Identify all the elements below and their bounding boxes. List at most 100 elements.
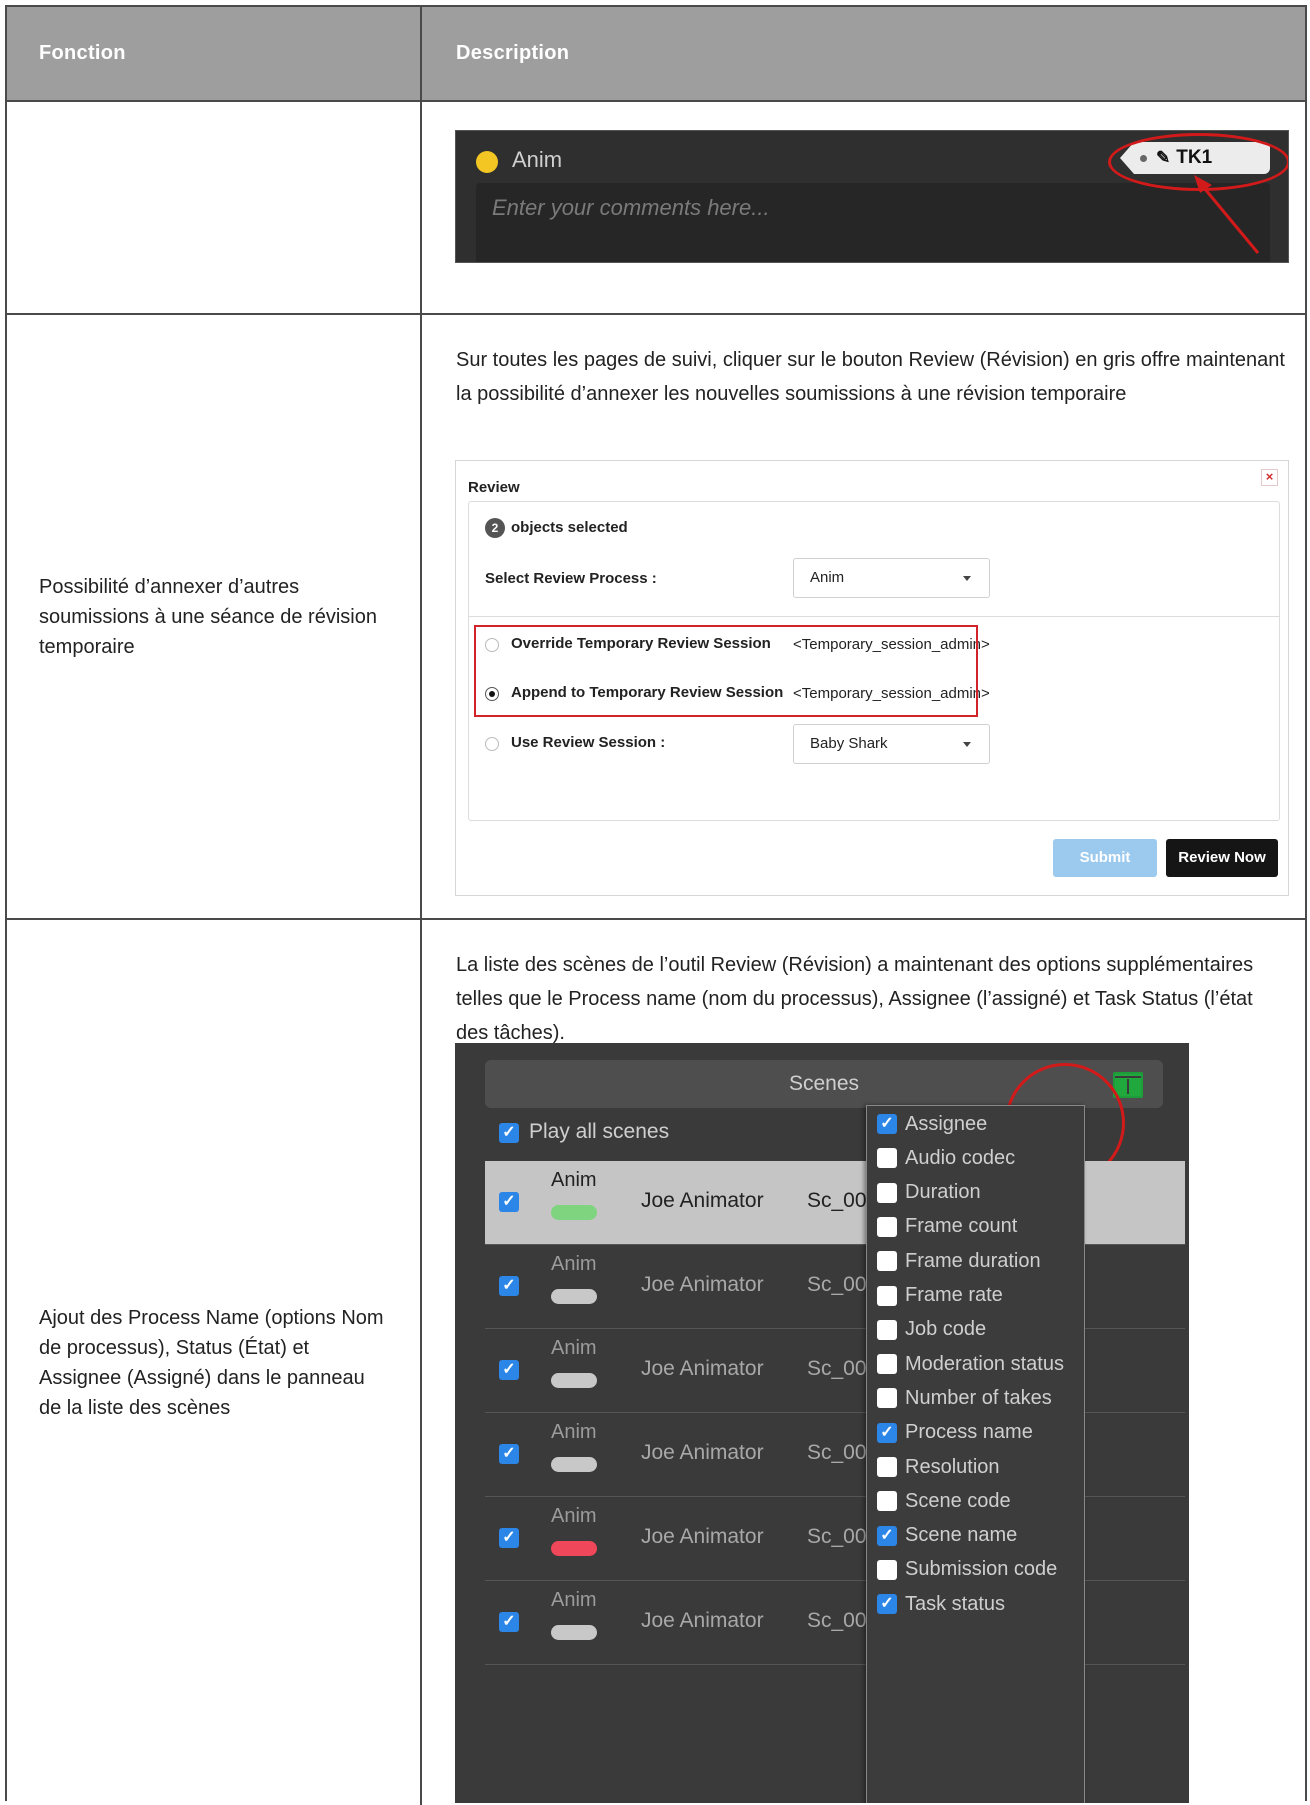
column-checkbox[interactable] bbox=[877, 1285, 897, 1306]
column-option-label: Submission code bbox=[905, 1558, 1058, 1581]
review-session-value: Baby Shark bbox=[810, 735, 888, 752]
scene-checkbox[interactable]: ✓ bbox=[499, 1192, 519, 1212]
column-option[interactable]: Frame count bbox=[877, 1212, 1017, 1242]
description-cell: Sur toutes les pages de suivi, cliquer s… bbox=[424, 315, 1305, 918]
column-option-label: Job code bbox=[905, 1318, 987, 1341]
column-option[interactable]: Frame rate bbox=[877, 1281, 1003, 1311]
comment-placeholder: Enter your comments here... bbox=[492, 195, 770, 220]
column-checkbox[interactable] bbox=[877, 1319, 897, 1340]
column-checkbox[interactable]: ✓ bbox=[877, 1114, 897, 1134]
comment-panel-screenshot: Anim Enter your comments here... ✎ TK1 bbox=[455, 130, 1289, 263]
scene-code: Sc_00 bbox=[807, 1609, 867, 1632]
process-name: Anim bbox=[551, 1589, 597, 1611]
close-icon[interactable]: × bbox=[1261, 469, 1278, 486]
divider bbox=[469, 616, 1279, 617]
column-option-label: Assignee bbox=[905, 1112, 988, 1135]
column-option-label: Scene code bbox=[905, 1489, 1011, 1512]
task-status-pill bbox=[551, 1289, 597, 1304]
scene-code: Sc_00 bbox=[807, 1525, 867, 1548]
column-option-label: Audio codec bbox=[905, 1146, 1016, 1169]
column-checkbox[interactable] bbox=[877, 1457, 897, 1477]
column-option-label: Frame duration bbox=[905, 1249, 1041, 1272]
review-session-select[interactable]: Baby Shark bbox=[793, 724, 990, 764]
status-dot-icon bbox=[476, 151, 498, 173]
column-checkbox[interactable] bbox=[877, 1491, 897, 1512]
process-name: Anim bbox=[551, 1337, 597, 1359]
column-option[interactable]: Number of takes bbox=[877, 1383, 1052, 1413]
assignee: Joe Animator bbox=[641, 1525, 764, 1548]
scene-code: Sc_00 bbox=[807, 1189, 867, 1212]
column-option-label: Resolution bbox=[905, 1455, 1000, 1478]
column-option[interactable]: Scene code bbox=[877, 1486, 1011, 1516]
column-checkbox[interactable] bbox=[877, 1251, 897, 1272]
table-header: Fonction Description bbox=[7, 7, 1305, 102]
column-option[interactable]: Job code bbox=[877, 1315, 986, 1345]
column-checkbox[interactable]: ✓ bbox=[877, 1594, 897, 1615]
comment-process-label: Anim bbox=[512, 147, 563, 172]
feature-cell bbox=[7, 102, 422, 313]
assignee: Joe Animator bbox=[641, 1189, 764, 1212]
play-all-checkbox[interactable]: ✓ bbox=[499, 1123, 519, 1143]
review-now-button[interactable]: Review Now bbox=[1166, 839, 1278, 877]
column-option[interactable]: Audio codec bbox=[877, 1143, 1015, 1173]
column-option[interactable]: Resolution bbox=[877, 1452, 1000, 1482]
column-checkbox[interactable]: ✓ bbox=[877, 1422, 897, 1443]
column-checkbox[interactable]: ✓ bbox=[877, 1525, 897, 1546]
table-row: Anim Enter your comments here... ✎ TK1 bbox=[7, 102, 1305, 315]
scene-checkbox[interactable]: ✓ bbox=[499, 1444, 519, 1464]
column-option[interactable]: Submission code bbox=[877, 1555, 1057, 1585]
column-option[interactable]: Moderation status bbox=[877, 1349, 1064, 1379]
process-name: Anim bbox=[551, 1169, 597, 1191]
column-option-label: Task status bbox=[905, 1592, 1006, 1615]
review-process-select[interactable]: Anim bbox=[793, 558, 990, 598]
description-text: La liste des scènes de l’outil Review (R… bbox=[456, 954, 1254, 1044]
task-status-pill bbox=[551, 1541, 597, 1556]
column-checkbox[interactable] bbox=[877, 1148, 897, 1169]
process-name: Anim bbox=[551, 1505, 597, 1527]
column-checkbox[interactable] bbox=[877, 1388, 897, 1409]
scene-checkbox[interactable]: ✓ bbox=[499, 1612, 519, 1632]
column-option-label: Process name bbox=[905, 1421, 1033, 1444]
selected-label: objects selected bbox=[511, 519, 628, 536]
column-option[interactable]: Duration bbox=[877, 1178, 981, 1208]
description-text: Sur toutes les pages de suivi, cliquer s… bbox=[456, 349, 1285, 405]
dialog-title: Review bbox=[468, 479, 520, 496]
assignee: Joe Animator bbox=[641, 1441, 764, 1464]
column-checkbox[interactable] bbox=[877, 1182, 897, 1203]
column-option[interactable]: ✓ Assignee bbox=[877, 1109, 987, 1139]
table-row: Possibilité d’annexer d’autres soumissio… bbox=[7, 315, 1305, 920]
scene-code: Sc_00 bbox=[807, 1273, 867, 1296]
process-name: Anim bbox=[551, 1421, 597, 1443]
description-cell: La liste des scènes de l’outil Review (R… bbox=[424, 920, 1305, 1805]
column-option[interactable]: ✓ Task status bbox=[877, 1589, 1005, 1619]
review-process-label: Select Review Process : bbox=[485, 570, 657, 587]
feature-cell: Ajout des Process Name (options Nom de p… bbox=[7, 920, 422, 1805]
assignee: Joe Animator bbox=[641, 1273, 764, 1296]
column-checkbox[interactable] bbox=[877, 1559, 897, 1580]
task-status-pill bbox=[551, 1625, 597, 1640]
task-status-pill bbox=[551, 1373, 597, 1388]
scene-checkbox[interactable]: ✓ bbox=[499, 1528, 519, 1548]
header-description: Description bbox=[456, 42, 570, 64]
task-status-pill bbox=[551, 1205, 597, 1220]
column-option[interactable]: ✓ Scene name bbox=[877, 1521, 1017, 1551]
assignee: Joe Animator bbox=[641, 1357, 764, 1380]
feature-cell: Possibilité d’annexer d’autres soumissio… bbox=[7, 315, 422, 918]
dialog-body: 2 objects selected Select Review Process… bbox=[468, 501, 1280, 821]
play-all-label: Play all scenes bbox=[529, 1120, 670, 1143]
column-checkbox[interactable] bbox=[877, 1354, 897, 1375]
column-option[interactable]: ✓ Process name bbox=[877, 1418, 1033, 1448]
column-option-label: Frame count bbox=[905, 1215, 1018, 1238]
use-session-radio[interactable] bbox=[485, 737, 499, 751]
column-option[interactable]: Frame duration bbox=[877, 1246, 1041, 1276]
scene-checkbox[interactable]: ✓ bbox=[499, 1360, 519, 1380]
column-checkbox[interactable] bbox=[877, 1216, 897, 1237]
table-row: Ajout des Process Name (options Nom de p… bbox=[7, 920, 1305, 1805]
column-option-label: Number of takes bbox=[905, 1386, 1052, 1409]
scene-checkbox[interactable]: ✓ bbox=[499, 1276, 519, 1296]
review-dialog: Review × 2 objects selected Select Revie… bbox=[455, 460, 1289, 896]
submit-button[interactable]: Submit bbox=[1053, 839, 1157, 877]
columns-menu: ✓ Assignee Audio codec Duration Frame count F… bbox=[866, 1105, 1085, 1803]
column-option-label: Duration bbox=[905, 1181, 981, 1204]
column-option-label: Scene name bbox=[905, 1524, 1018, 1547]
